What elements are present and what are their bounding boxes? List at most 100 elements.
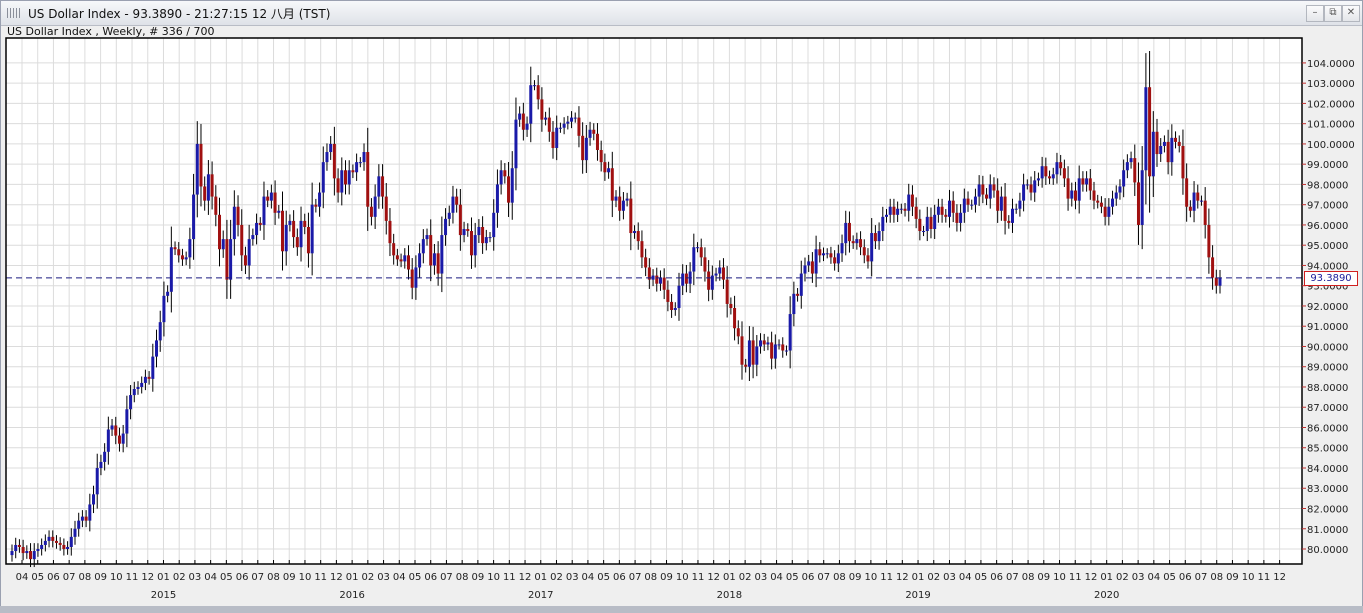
- candle-body: [166, 291, 170, 296]
- month-label: 11: [126, 572, 139, 583]
- year-label: 2016: [339, 590, 364, 601]
- candle-body: [469, 231, 473, 256]
- candle-body: [77, 520, 81, 529]
- candlestick-chart[interactable]: 80.0000 81.0000 82.0000 83.0000 84.0000 85.00…: [0, 0, 1363, 606]
- candle-body: [673, 307, 677, 311]
- candle-body: [810, 261, 814, 274]
- candle-body: [836, 253, 840, 264]
- candle-body: [747, 340, 751, 367]
- candle-body: [1218, 277, 1222, 286]
- candle-body: [273, 192, 277, 213]
- month-label: 09: [472, 572, 485, 583]
- candle-body: [899, 208, 903, 210]
- month-label: 04: [204, 572, 217, 583]
- candle-body: [703, 257, 707, 272]
- candle-body: [744, 364, 748, 367]
- candle-body: [1140, 170, 1144, 225]
- candle-body: [395, 255, 399, 260]
- candle-body: [206, 174, 210, 201]
- year-label: 2015: [151, 590, 176, 601]
- candle-body: [633, 231, 637, 234]
- candle-body: [621, 200, 625, 211]
- y-tick-label: 98.0000: [1307, 180, 1348, 191]
- candle-body: [180, 255, 184, 260]
- candle-body: [129, 395, 133, 410]
- candle-body: [321, 162, 325, 193]
- candle-body: [392, 243, 396, 256]
- candle-body: [751, 340, 755, 365]
- candle-body: [214, 196, 218, 215]
- candle-body: [121, 433, 125, 444]
- candle-body: [940, 206, 944, 215]
- candle-body: [495, 184, 499, 213]
- candle-body: [1099, 202, 1103, 207]
- candle-body: [221, 239, 225, 250]
- candle-body: [240, 224, 244, 256]
- candle-body: [833, 257, 837, 264]
- candle-body: [696, 247, 700, 249]
- candle-body: [1214, 277, 1218, 286]
- candle-body: [17, 544, 21, 547]
- y-tick-label: 95.0000: [1307, 241, 1348, 252]
- candle-body: [355, 162, 359, 173]
- candle-body: [492, 212, 496, 238]
- candle-body: [510, 168, 514, 203]
- candle-body: [740, 336, 744, 365]
- candle-body: [40, 544, 44, 550]
- candle-body: [47, 536, 51, 541]
- candle-body: [277, 210, 281, 213]
- candle-body: [21, 546, 25, 554]
- candle-body: [944, 214, 948, 217]
- candle-body: [1196, 192, 1200, 201]
- candle-body: [636, 231, 640, 242]
- candle-body: [218, 214, 222, 250]
- candle-body: [1177, 141, 1181, 146]
- candle-body: [662, 277, 666, 290]
- candle-body: [1022, 184, 1026, 201]
- month-label: 09: [1226, 572, 1239, 583]
- candle-body: [955, 212, 959, 223]
- candle-body: [936, 206, 940, 215]
- candle-body: [195, 143, 199, 195]
- candle-body: [566, 121, 570, 124]
- month-label: 06: [802, 572, 815, 583]
- candle-body: [514, 119, 518, 169]
- candle-body: [629, 198, 633, 234]
- candle-body: [243, 255, 247, 266]
- candle-body: [421, 239, 425, 254]
- candle-body: [881, 216, 885, 232]
- candle-body: [777, 344, 781, 346]
- candle-body: [262, 196, 266, 225]
- candle-body: [551, 131, 555, 148]
- candle-body: [1025, 184, 1029, 186]
- candle-body: [640, 241, 644, 258]
- candle-body: [885, 214, 889, 217]
- candle-body: [1144, 87, 1148, 171]
- year-label: 2019: [905, 590, 930, 601]
- candle-body: [999, 196, 1003, 211]
- month-label: 04: [1147, 572, 1160, 583]
- month-label: 05: [409, 572, 422, 583]
- candle-body: [1114, 192, 1118, 199]
- current-price-label: 93.3890: [1304, 271, 1358, 286]
- candle-body: [562, 123, 566, 128]
- candle-body: [1059, 162, 1063, 169]
- candle-body: [855, 239, 859, 244]
- candle-body: [10, 551, 14, 556]
- month-label: 05: [786, 572, 799, 583]
- candle-body: [784, 350, 788, 352]
- candle-body: [84, 516, 88, 521]
- month-label: 09: [283, 572, 296, 583]
- month-label: 08: [267, 572, 280, 583]
- candle-body: [1199, 200, 1203, 202]
- candle-body: [447, 212, 451, 219]
- month-label: 02: [1116, 572, 1129, 583]
- month-label: 07: [1006, 572, 1019, 583]
- candle-body: [1118, 186, 1122, 193]
- month-label: 01: [157, 572, 170, 583]
- candle-body: [410, 269, 414, 288]
- candle-body: [147, 376, 151, 379]
- candle-body: [1155, 131, 1159, 155]
- month-label: 01: [1100, 572, 1113, 583]
- candle-body: [384, 196, 388, 221]
